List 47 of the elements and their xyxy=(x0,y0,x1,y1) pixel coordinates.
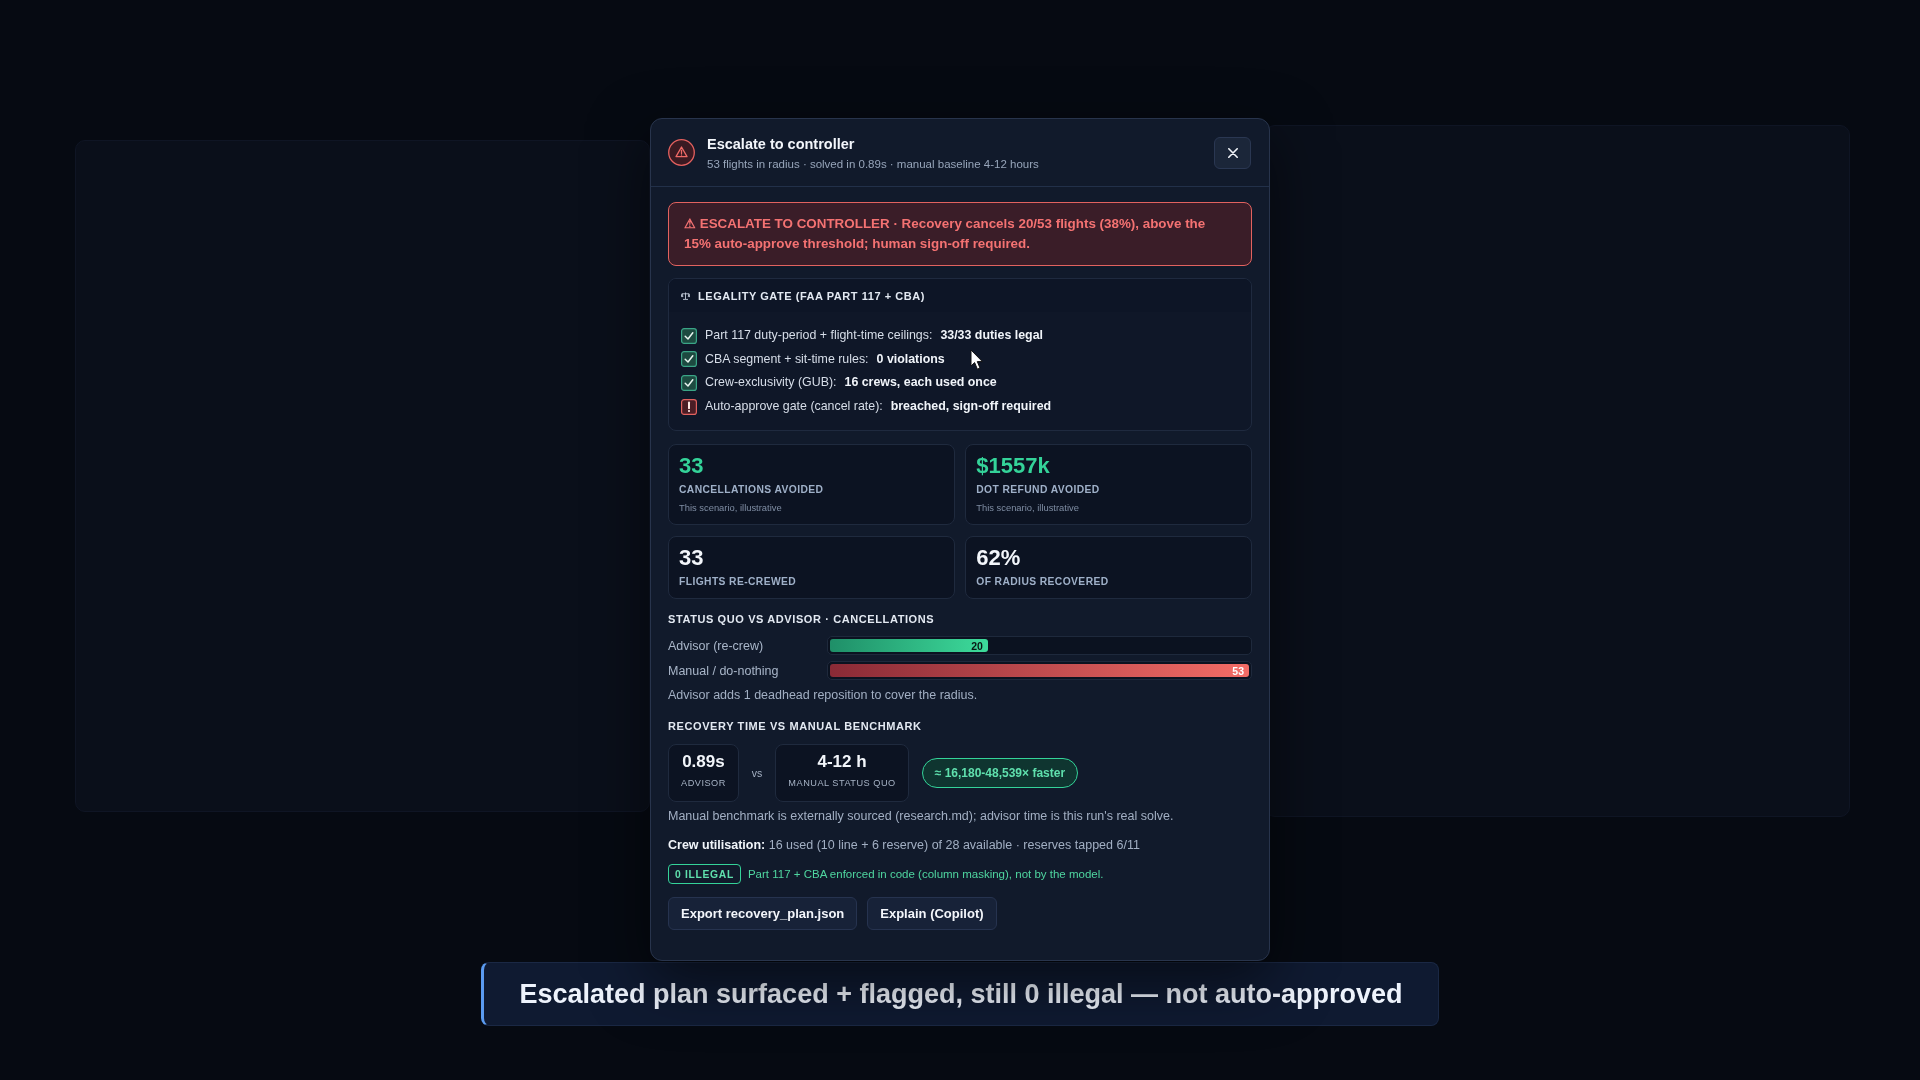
metric-value: $1557k xyxy=(976,453,1050,480)
bar-label: Manual / do-nothing xyxy=(668,662,779,679)
time-label: ADVISOR xyxy=(681,777,726,790)
time-label: MANUAL STATUS QUO xyxy=(788,777,896,790)
metric-value: 62% xyxy=(976,545,1021,572)
dialog-title: Escalate to controller xyxy=(707,134,855,153)
speedup-badge: ≈ 16,180-48,539× faster xyxy=(921,758,1079,789)
warning-icon xyxy=(668,139,695,166)
comparison-note: Advisor adds 1 deadhead reposition to cover the radius. xyxy=(668,687,978,704)
section-heading: STATUS QUO VS ADVISOR · CANCELLATIONS xyxy=(668,612,935,627)
metric-value: 33 xyxy=(679,453,704,480)
enforcement-note: Part 117 + CBA enforced in code (column masking), not by the model. xyxy=(747,867,1104,882)
illegal-count-badge: 0 ILLEGAL xyxy=(668,864,741,885)
check-label: CBA segment + sit-time rules: xyxy=(705,350,869,368)
check-label: Part 117 duty-period + flight-time ceilings: xyxy=(705,327,933,344)
check-result: 16 crews, each used once xyxy=(844,374,997,392)
metric-label: FLIGHTS RE-CREWED xyxy=(679,575,797,589)
scale-icon xyxy=(681,291,690,300)
escalation-alert: ⚠ ESCALATE TO CONTROLLER · Recovery cancels 20/53 flights (38%), above the 15% auto-approve threshold; human sign-off required. xyxy=(668,202,1252,266)
caption-banner: Escalated plan surfaced + flagged, still 0 illegal — not auto-approved xyxy=(481,962,1439,1027)
close-icon xyxy=(1227,147,1238,158)
panel-heading: LEGALITY GATE (FAA PART 117 + CBA) xyxy=(698,288,925,303)
metric-label: CANCELLATIONS AVOIDED xyxy=(679,483,824,497)
check-result: 0 violations xyxy=(876,350,945,368)
export-button[interactable]: Export recovery_plan.json xyxy=(668,897,858,931)
dialog-subtitle: 53 flights in radius · solved in 0.89s · manual baseline 4-12 hours xyxy=(707,156,1039,171)
metric-label: DOT REFUND AVOIDED xyxy=(976,483,1100,497)
check-result: breached, sign-off required xyxy=(890,398,1052,416)
metric-label: OF RADIUS RECOVERED xyxy=(976,575,1109,589)
cursor-icon xyxy=(970,349,984,371)
explain-button[interactable]: Explain (Copilot) xyxy=(867,897,997,931)
metric-note: This scenario, illustrative xyxy=(976,502,1079,515)
bar-value: 53 xyxy=(1232,664,1244,677)
metric-note: This scenario, illustrative xyxy=(679,502,782,515)
section-heading: RECOVERY TIME VS MANUAL BENCHMARK xyxy=(668,719,922,734)
close-button[interactable] xyxy=(1214,136,1251,169)
bar-label: Advisor (re-crew) xyxy=(668,637,764,654)
check-label: Crew-exclusivity (GUB): xyxy=(705,374,837,392)
check-result: 33/33 duties legal xyxy=(940,327,1043,344)
time-value: 0.89s xyxy=(682,752,725,773)
versus-label: vs xyxy=(751,767,763,780)
bar-value: 20 xyxy=(971,639,983,652)
time-value: 4-12 h xyxy=(817,752,867,773)
benchmark-note: Manual benchmark is externally sourced (research.md); advisor time is this run's real solve. xyxy=(668,808,1174,825)
check-label: Auto-approve gate (cancel rate): xyxy=(705,398,883,416)
metric-value: 33 xyxy=(679,545,704,572)
crew-utilisation-text: Crew utilisation: 16 used (10 line + 6 reserve) of 28 available · reserves tapped 6/11 xyxy=(668,837,1140,854)
